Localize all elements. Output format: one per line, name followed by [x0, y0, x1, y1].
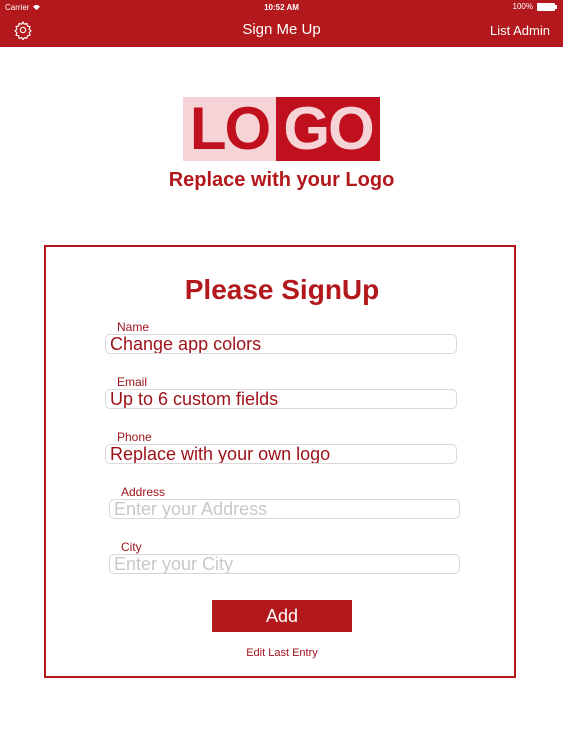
battery-indicator: 100%: [512, 2, 557, 11]
email-field[interactable]: [105, 389, 457, 409]
phone-field[interactable]: [105, 444, 457, 464]
address-field[interactable]: [109, 499, 460, 519]
name-field[interactable]: [105, 334, 457, 354]
logo-part-left: LO: [183, 97, 276, 161]
add-button[interactable]: Add: [212, 600, 352, 632]
edit-last-entry-link[interactable]: Edit Last Entry: [46, 647, 518, 659]
logo-part-right: GO: [276, 97, 380, 161]
form-title: Please SignUp: [184, 274, 380, 305]
city-field[interactable]: [109, 554, 460, 574]
status-bar: Carrier 10:52 AM 100%: [0, 0, 563, 15]
phone-label: Phone: [117, 430, 152, 444]
city-label: City: [121, 540, 142, 554]
navigation-bar: Carrier 10:52 AM 100% Sign Me Up List Ad…: [0, 0, 563, 47]
battery-icon: [537, 2, 557, 11]
signup-form: Please SignUp Name Email Phone Address C…: [44, 245, 516, 678]
logo-subtitle: Replace with your Logo: [168, 169, 395, 191]
battery-percent: 100%: [512, 2, 533, 11]
address-label: Address: [121, 485, 166, 499]
status-time: 10:52 AM: [264, 3, 299, 12]
name-label: Name: [117, 320, 150, 334]
email-label: Email: [117, 375, 148, 389]
logo: LO GO: [183, 97, 380, 161]
list-admin-button[interactable]: List Admin: [490, 23, 550, 38]
nav-title: Sign Me Up: [242, 21, 321, 38]
